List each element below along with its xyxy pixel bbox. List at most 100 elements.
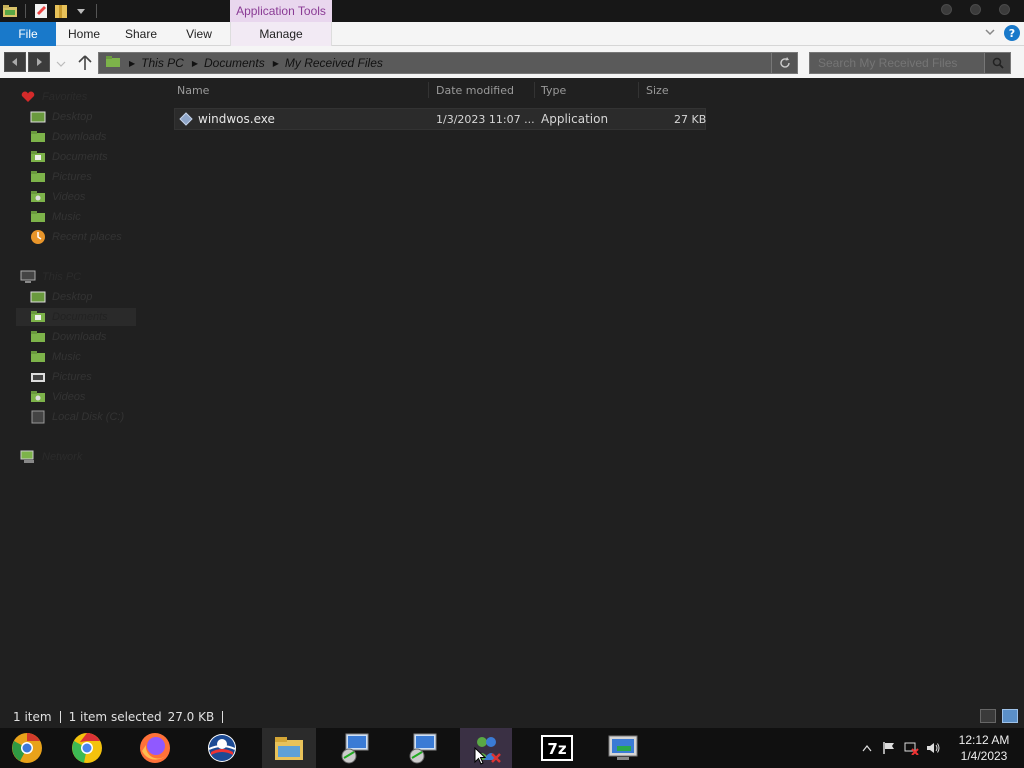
folder-icon[interactable] <box>2 3 18 19</box>
action-center-flag-icon[interactable] <box>878 737 900 759</box>
breadcrumb-documents[interactable]: Documents <box>204 56 265 70</box>
breadcrumb-separator[interactable]: ▶ <box>192 59 198 68</box>
computer-icon <box>20 270 36 284</box>
tab-view[interactable]: View <box>170 22 228 46</box>
nav-fav-recent-places[interactable]: Recent places <box>30 228 122 246</box>
taskbar-file-explorer[interactable] <box>262 728 316 768</box>
nav-fav-desktop[interactable]: Desktop <box>30 108 92 126</box>
nav-label: Music <box>52 211 81 223</box>
status-divider <box>59 711 61 723</box>
maximize-button[interactable] <box>970 4 981 15</box>
breadcrumb-separator[interactable]: ▶ <box>273 59 279 68</box>
search-button[interactable] <box>984 53 1010 73</box>
nav-label: Favorites <box>42 91 88 103</box>
new-folder-icon[interactable] <box>53 3 69 19</box>
mouse-cursor-icon <box>474 747 486 765</box>
show-hidden-icons-icon[interactable] <box>856 737 878 759</box>
back-arrow-icon <box>12 58 17 66</box>
search-input[interactable] <box>818 56 988 70</box>
back-button[interactable] <box>4 52 26 72</box>
ribbon-tabs: File Home Share View Manage ? <box>0 22 1024 46</box>
toolbar-divider <box>25 4 26 18</box>
column-header-date-modified[interactable]: Date modified <box>436 80 536 100</box>
large-icons-view-button[interactable] <box>1002 709 1018 723</box>
nav-fav-documents[interactable]: Documents <box>30 148 108 166</box>
column-header-name[interactable]: Name <box>177 80 427 100</box>
expand-ribbon-icon[interactable] <box>984 26 996 40</box>
column-header-type[interactable]: Type <box>541 80 641 100</box>
status-divider <box>222 711 224 723</box>
nav-fav-music[interactable]: Music <box>30 208 81 226</box>
nav-this-pc[interactable]: This PC <box>20 268 81 286</box>
column-divider[interactable] <box>428 82 429 98</box>
up-arrow-icon[interactable] <box>78 55 92 74</box>
file-row[interactable]: windwos.exe 1/3/2023 11:07 ... Applicati… <box>174 108 706 130</box>
nav-label: Downloads <box>52 331 107 343</box>
refresh-button[interactable] <box>771 53 797 73</box>
column-divider[interactable] <box>638 82 639 98</box>
recent-locations-icon[interactable] <box>55 58 67 72</box>
taskbar-7zip[interactable]: 7z <box>530 728 584 768</box>
tab-home[interactable]: Home <box>56 22 112 46</box>
nav-pc-documents[interactable]: Documents <box>16 308 136 326</box>
taskbar-monitor-app[interactable] <box>596 728 650 768</box>
taskbar-msn-messenger[interactable] <box>460 728 512 768</box>
volume-icon[interactable] <box>922 737 944 759</box>
taskbar-firefox[interactable] <box>128 728 182 768</box>
breadcrumb-my-received-files[interactable]: My Received Files <box>285 56 383 70</box>
nav-fav-downloads[interactable]: Downloads <box>30 128 106 146</box>
desktop-icon <box>30 110 46 124</box>
taskbar-chrome[interactable] <box>60 728 114 768</box>
network-icon <box>20 450 36 464</box>
nav-label: Music <box>52 351 81 363</box>
nav-fav-videos[interactable]: Videos <box>30 188 85 206</box>
properties-icon[interactable] <box>33 3 49 19</box>
breadcrumb-separator[interactable]: ▶ <box>129 59 135 68</box>
nav-pc-music[interactable]: Music <box>30 348 81 366</box>
system-tray: 12:12 AM 1/4/2023 <box>856 728 1024 768</box>
nav-pc-desktop[interactable]: Desktop <box>30 288 92 306</box>
nav-favorites[interactable]: Favorites <box>20 88 87 106</box>
nav-label: Pictures <box>52 171 92 183</box>
nav-label: Pictures <box>52 371 92 383</box>
view-switcher <box>980 709 1018 723</box>
details-view-button[interactable] <box>980 709 996 723</box>
help-icon[interactable]: ? <box>1004 25 1020 41</box>
quick-access-toolbar <box>0 0 100 22</box>
file-name: windwos.exe <box>198 112 275 126</box>
close-button[interactable] <box>999 4 1010 15</box>
clock[interactable]: 12:12 AM 1/4/2023 <box>944 732 1024 764</box>
hard-drive-icon <box>30 410 46 424</box>
tab-share[interactable]: Share <box>112 22 170 46</box>
network-disconnected-icon[interactable] <box>900 737 922 759</box>
firefox-icon <box>140 733 170 763</box>
column-divider[interactable] <box>534 82 535 98</box>
nav-pc-pictures[interactable]: Pictures <box>30 368 92 386</box>
column-header-size[interactable]: Size <box>646 80 706 100</box>
nav-label: Downloads <box>52 131 107 143</box>
folder-icon <box>105 55 121 71</box>
nav-pc-downloads[interactable]: Downloads <box>30 328 106 346</box>
breadcrumb-this-pc[interactable]: This PC <box>141 56 184 70</box>
taskbar-chrome-canary[interactable] <box>0 728 54 768</box>
forward-arrow-icon <box>37 58 42 66</box>
window-controls <box>941 4 1010 15</box>
nav-network[interactable]: Network <box>20 448 82 466</box>
monitor-app-icon <box>608 735 638 760</box>
nav-fav-pictures[interactable]: Pictures <box>30 168 92 186</box>
taskbar: 7z 12:12 AM 1/4/2023 <box>0 728 1024 768</box>
file-date: 1/3/2023 11:07 ... <box>436 112 535 126</box>
customize-toolbar-icon[interactable] <box>73 3 89 19</box>
taskbar-obama-app[interactable] <box>195 728 249 768</box>
tab-manage[interactable]: Manage <box>230 22 332 46</box>
refresh-icon <box>779 57 790 68</box>
minimize-button[interactable] <box>941 4 952 15</box>
nav-pc-local-disk[interactable]: Local Disk (C:) <box>30 408 124 426</box>
address-bar[interactable]: ▶ This PC ▶ Documents ▶ My Received File… <box>98 52 798 74</box>
tab-file[interactable]: File <box>0 22 56 46</box>
forward-button[interactable] <box>28 52 50 72</box>
nav-pc-videos[interactable]: Videos <box>30 388 85 406</box>
taskbar-setup-app-1[interactable] <box>328 728 382 768</box>
nav-label: Network <box>42 451 83 463</box>
taskbar-setup-app-2[interactable] <box>396 728 450 768</box>
